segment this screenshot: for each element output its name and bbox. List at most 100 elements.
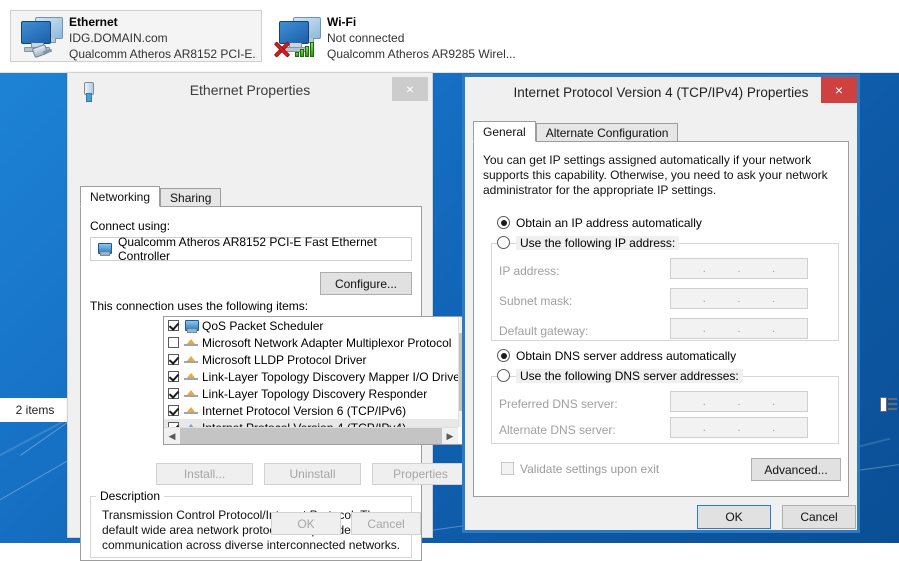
list-item[interactable]: Microsoft LLDP Protocol Driver: [164, 351, 458, 368]
radio-obtain-dns-automatically[interactable]: [497, 349, 510, 362]
adapter-small-icon: [97, 243, 112, 256]
hscroll-thumb[interactable]: [180, 428, 442, 444]
validate-settings-checkbox[interactable]: [501, 462, 514, 475]
validate-settings-label: Validate settings upon exit: [520, 462, 660, 476]
install-button-label: Install...: [183, 467, 226, 481]
alternate-dns-input[interactable]: ...: [670, 417, 808, 438]
alternate-dns-label: Alternate DNS server:: [499, 423, 616, 437]
qos-scheduler-icon: [184, 319, 199, 333]
uninstall-button-label: Uninstall: [289, 467, 336, 481]
wifi-signal-icon: [295, 41, 317, 57]
adapter-tile-wifi[interactable]: Wi-Fi Not connected Qualcomm Atheros AR9…: [268, 10, 538, 62]
radio-use-following-ip[interactable]: [497, 236, 510, 249]
default-gateway-label: Default gateway:: [499, 324, 589, 338]
configure-button-label: Configure...: [334, 276, 398, 291]
scroll-right-icon[interactable]: ▶: [442, 428, 458, 444]
default-gateway-input[interactable]: ...: [670, 318, 808, 339]
item-checkbox[interactable]: [168, 354, 179, 365]
status-bar-item-count: 2 items: [0, 398, 70, 422]
ethernet-cancel-label: Cancel: [367, 516, 405, 531]
radio-use-following-dns-label: Use the following DNS server addresses:: [516, 369, 743, 383]
radio-use-following-dns[interactable]: [497, 369, 510, 382]
network-connections-panel: Ethernet IDG.DOMAIN.com Qualcomm Atheros…: [0, 0, 899, 73]
list-item[interactable]: Internet Protocol Version 4 (TCP/IPv4): [164, 419, 458, 427]
ethernet-titlebar: Ethernet Properties ×: [68, 73, 432, 107]
connect-using-label: Connect using:: [90, 219, 171, 233]
advanced-button-label: Advanced...: [764, 462, 828, 477]
tab-networking[interactable]: Networking: [80, 186, 161, 207]
tcpip-cancel-label: Cancel: [800, 510, 838, 524]
adapter-tile-ethernet[interactable]: Ethernet IDG.DOMAIN.com Qualcomm Atheros…: [10, 10, 262, 62]
radio-obtain-ip-automatically[interactable]: [497, 216, 510, 229]
protocol-icon: [184, 371, 199, 383]
radio-obtain-ip-automatically-label: Obtain an IP address automatically: [516, 216, 702, 230]
connect-using-adapter-name: Qualcomm Atheros AR8152 PCI-E Fast Ether…: [118, 235, 377, 263]
tcpip-cancel-button[interactable]: Cancel: [782, 505, 856, 529]
items-list-hscrollbar[interactable]: ◀ ▶: [164, 427, 458, 444]
tab-sharing[interactable]: Sharing: [160, 188, 222, 207]
adapter-name-wifi: Wi-Fi: [327, 15, 357, 29]
connect-using-adapter-box[interactable]: Qualcomm Atheros AR8152 PCI-E Fast Ether…: [90, 235, 412, 263]
item-checkbox[interactable]: [168, 371, 179, 382]
adapter-status-wifi: Not connected: [327, 31, 405, 45]
network-adapter-icon: [15, 13, 69, 61]
configure-button[interactable]: Configure...: [320, 272, 412, 295]
install-button[interactable]: Install...: [156, 463, 253, 485]
tcpip-close-button[interactable]: ×: [821, 77, 857, 103]
item-label: Link-Layer Topology Discovery Mapper I/O…: [202, 369, 458, 384]
list-item[interactable]: Microsoft Network Adapter Multiplexor Pr…: [164, 334, 458, 351]
items-list-label: This connection uses the following items…: [90, 299, 309, 313]
item-label: Microsoft Network Adapter Multiplexor Pr…: [202, 335, 452, 350]
description-group-label: Description: [96, 489, 165, 503]
properties-button-label: Properties: [393, 467, 448, 481]
advanced-button[interactable]: Advanced...: [751, 458, 841, 481]
list-item[interactable]: QoS Packet Scheduler: [164, 317, 458, 334]
protocol-icon: [184, 354, 199, 366]
protocol-icon: [184, 388, 199, 400]
list-item[interactable]: Link-Layer Topology Discovery Mapper I/O…: [164, 368, 458, 385]
list-item[interactable]: Link-Layer Topology Discovery Responder: [164, 385, 458, 402]
list-item[interactable]: Internet Protocol Version 6 (TCP/IPv6): [164, 402, 458, 419]
scroll-left-icon[interactable]: ◀: [164, 428, 180, 444]
tcpip-ok-label: OK: [725, 510, 743, 524]
tcpip-tabstrip: General Alternate Configuration: [473, 121, 679, 142]
tab-alternate-configuration[interactable]: Alternate Configuration: [535, 123, 679, 142]
tcpip-window-title: Internet Protocol Version 4 (TCP/IPv4) P…: [513, 84, 809, 100]
subnet-mask-input[interactable]: ...: [670, 288, 808, 309]
tcpip-titlebar: Internet Protocol Version 4 (TCP/IPv4) P…: [465, 77, 857, 107]
ethernet-tabstrip: Networking Sharing: [80, 186, 222, 207]
adapter-device-wifi: Qualcomm Atheros AR9285 Wirel...: [327, 47, 516, 61]
uninstall-button[interactable]: Uninstall: [264, 463, 361, 485]
ethernet-plug-icon: [31, 43, 53, 59]
item-checkbox[interactable]: [168, 388, 179, 399]
ethernet-ok-label: OK: [297, 516, 315, 531]
preferred-dns-input[interactable]: ...: [670, 391, 808, 412]
protocol-icon: [184, 405, 199, 417]
item-label: Microsoft LLDP Protocol Driver: [202, 352, 367, 367]
ip-address-label: IP address:: [499, 264, 560, 278]
tcpip-ok-button[interactable]: OK: [697, 505, 771, 529]
ethernet-close-button[interactable]: ×: [392, 77, 428, 101]
protocol-icon: [184, 337, 199, 349]
item-label: Link-Layer Topology Discovery Responder: [202, 386, 428, 401]
details-view-icon[interactable]: [880, 396, 898, 412]
item-checkbox[interactable]: [168, 405, 179, 416]
adapter-name-ethernet: Ethernet: [69, 15, 118, 29]
preferred-dns-label: Preferred DNS server:: [499, 397, 618, 411]
network-connector-icon: [78, 81, 98, 102]
item-checkbox[interactable]: [168, 320, 179, 331]
item-label: QoS Packet Scheduler: [202, 318, 324, 333]
radio-obtain-dns-automatically-label: Obtain DNS server address automatically: [516, 349, 737, 363]
radio-use-following-ip-label: Use the following IP address:: [516, 236, 680, 250]
network-items-list[interactable]: QoS Packet Scheduler Microsoft Network A…: [163, 316, 476, 445]
subnet-mask-label: Subnet mask:: [499, 294, 573, 308]
ip-address-input[interactable]: ...: [670, 258, 808, 279]
item-checkbox[interactable]: [168, 337, 179, 348]
tcpip-properties-window: Internet Protocol Version 4 (TCP/IPv4) P…: [462, 74, 860, 533]
adapter-status-ethernet: IDG.DOMAIN.com: [69, 31, 168, 45]
tab-general[interactable]: General: [473, 121, 536, 142]
ethernet-ok-button[interactable]: OK: [271, 512, 341, 535]
ethernet-cancel-button[interactable]: Cancel: [351, 512, 421, 535]
disconnected-x-icon: [273, 41, 290, 58]
properties-button[interactable]: Properties: [372, 463, 469, 485]
